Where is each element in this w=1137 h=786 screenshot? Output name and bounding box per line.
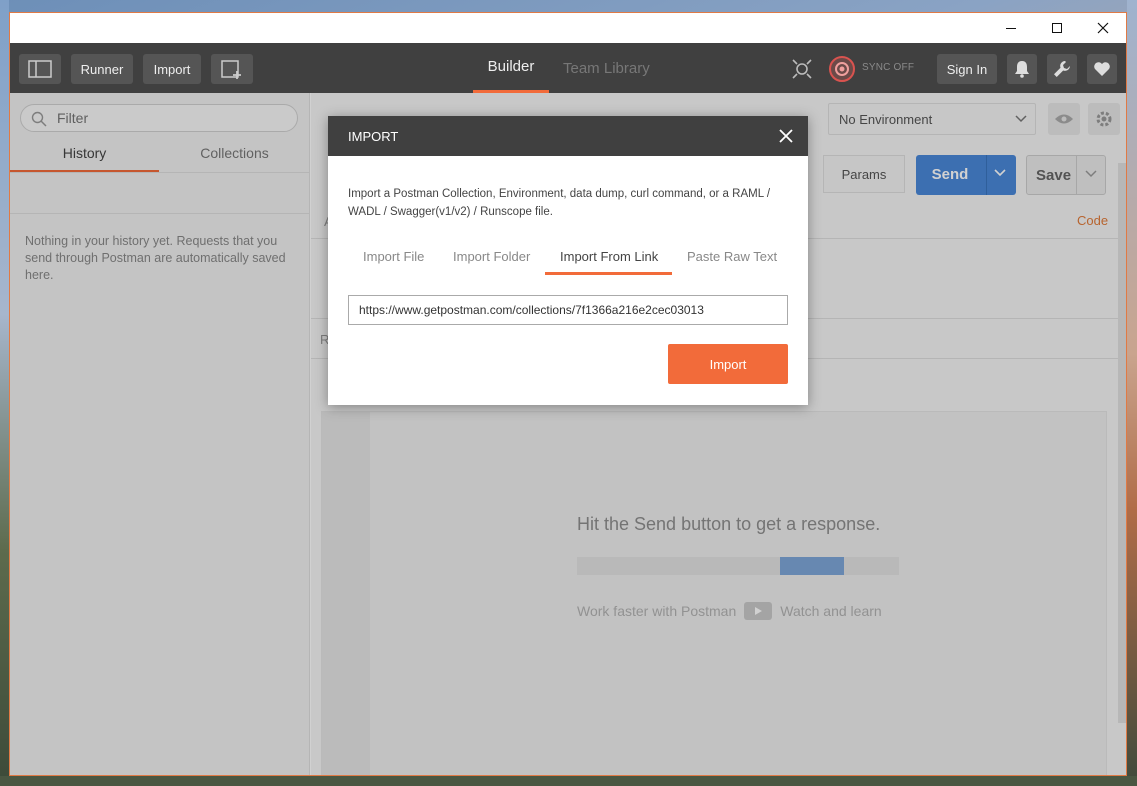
notifications-bell-icon[interactable]: [1007, 54, 1037, 84]
active-tab-indicator: [545, 272, 672, 275]
new-tab-button[interactable]: [211, 54, 253, 84]
sign-in-button[interactable]: Sign In: [937, 54, 997, 84]
modal-title: IMPORT: [348, 129, 399, 144]
maximize-icon[interactable]: [1034, 13, 1080, 43]
close-icon[interactable]: [774, 124, 798, 148]
sidebar-toggle-button[interactable]: [19, 54, 61, 84]
tab-builder[interactable]: Builder: [473, 43, 549, 93]
tab-import-folder[interactable]: Import Folder: [453, 249, 530, 264]
import-submit-button[interactable]: Import: [668, 344, 788, 384]
title-bar: [10, 13, 1126, 43]
sidebar-toggle-icon: [28, 60, 52, 78]
toolbar: Runner Import Builder Team Library SYNC …: [10, 43, 1126, 93]
url-input[interactable]: [359, 303, 779, 317]
minimize-icon[interactable]: [988, 13, 1034, 43]
url-field: [348, 295, 788, 325]
desktop-wallpaper-bottom: [0, 776, 1137, 786]
modal-header: IMPORT: [328, 116, 808, 156]
sync-icon[interactable]: [827, 54, 857, 84]
close-window-icon[interactable]: [1080, 13, 1126, 43]
modal-description: Import a Postman Collection, Environment…: [348, 188, 771, 218]
tab-paste-raw-text[interactable]: Paste Raw Text: [687, 249, 777, 264]
tab-import-file[interactable]: Import File: [363, 249, 424, 264]
desktop-wallpaper-right: [1127, 0, 1137, 786]
desktop-wallpaper-left: [0, 0, 9, 786]
tab-import-from-link[interactable]: Import From Link: [560, 249, 658, 264]
sync-status-label: SYNC OFF: [862, 62, 915, 73]
tab-team-library[interactable]: Team Library: [563, 43, 650, 93]
interceptor-icon[interactable]: [787, 54, 817, 84]
runner-button[interactable]: Runner: [71, 54, 133, 84]
heart-icon[interactable]: [1087, 54, 1117, 84]
settings-wrench-icon[interactable]: [1047, 54, 1077, 84]
import-button[interactable]: Import: [143, 54, 201, 84]
import-modal: IMPORT Import a Postman Collection, Envi…: [328, 116, 808, 405]
new-window-icon: [221, 60, 241, 79]
